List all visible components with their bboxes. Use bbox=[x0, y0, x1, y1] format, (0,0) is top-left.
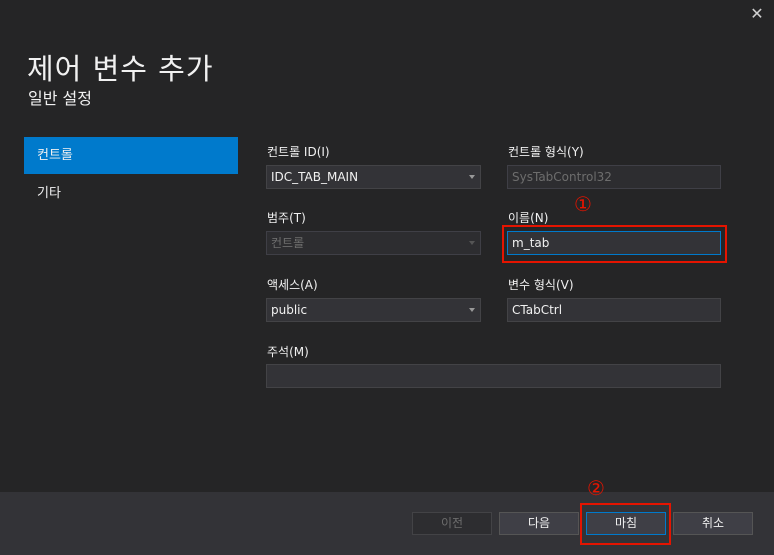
annotation-box-finish bbox=[580, 503, 671, 545]
nav-item-other[interactable]: 기타 bbox=[24, 175, 238, 212]
control-type-field: SysTabControl32 bbox=[507, 165, 721, 189]
cancel-button[interactable]: 취소 bbox=[673, 512, 753, 535]
comment-input[interactable] bbox=[266, 364, 721, 388]
variable-type-input[interactable]: CTabCtrl bbox=[507, 298, 721, 322]
annotation-marker-1: ① bbox=[574, 192, 592, 216]
dropdown-arrow-icon bbox=[469, 308, 475, 312]
category-label: 범주(T) bbox=[267, 211, 306, 225]
prev-button[interactable]: 이전 bbox=[412, 512, 492, 535]
control-id-label: 컨트롤 ID(I) bbox=[267, 145, 330, 159]
category-dropdown: 컨트롤 bbox=[266, 231, 481, 255]
control-id-value: IDC_TAB_MAIN bbox=[271, 170, 359, 184]
control-id-dropdown[interactable]: IDC_TAB_MAIN bbox=[266, 165, 481, 189]
category-value: 컨트롤 bbox=[271, 236, 305, 250]
name-label: 이름(N) bbox=[508, 211, 549, 225]
dialog-title: 제어 변수 추가 bbox=[27, 52, 214, 86]
close-icon[interactable]: ✕ bbox=[746, 4, 768, 24]
annotation-box-name bbox=[502, 225, 727, 263]
dialog-subtitle: 일반 설정 bbox=[28, 89, 92, 108]
variable-type-label: 변수 형식(V) bbox=[508, 278, 574, 292]
next-button[interactable]: 다음 bbox=[499, 512, 579, 535]
access-dropdown[interactable]: public bbox=[266, 298, 481, 322]
dropdown-arrow-icon bbox=[469, 241, 475, 245]
access-value: public bbox=[271, 303, 308, 317]
control-type-label: 컨트롤 형식(Y) bbox=[508, 145, 584, 159]
nav-item-control[interactable]: 컨트롤 bbox=[24, 137, 238, 174]
annotation-marker-2: ② bbox=[587, 476, 605, 500]
comment-label: 주석(M) bbox=[267, 345, 309, 359]
dropdown-arrow-icon bbox=[469, 175, 475, 179]
access-label: 액세스(A) bbox=[267, 278, 318, 292]
